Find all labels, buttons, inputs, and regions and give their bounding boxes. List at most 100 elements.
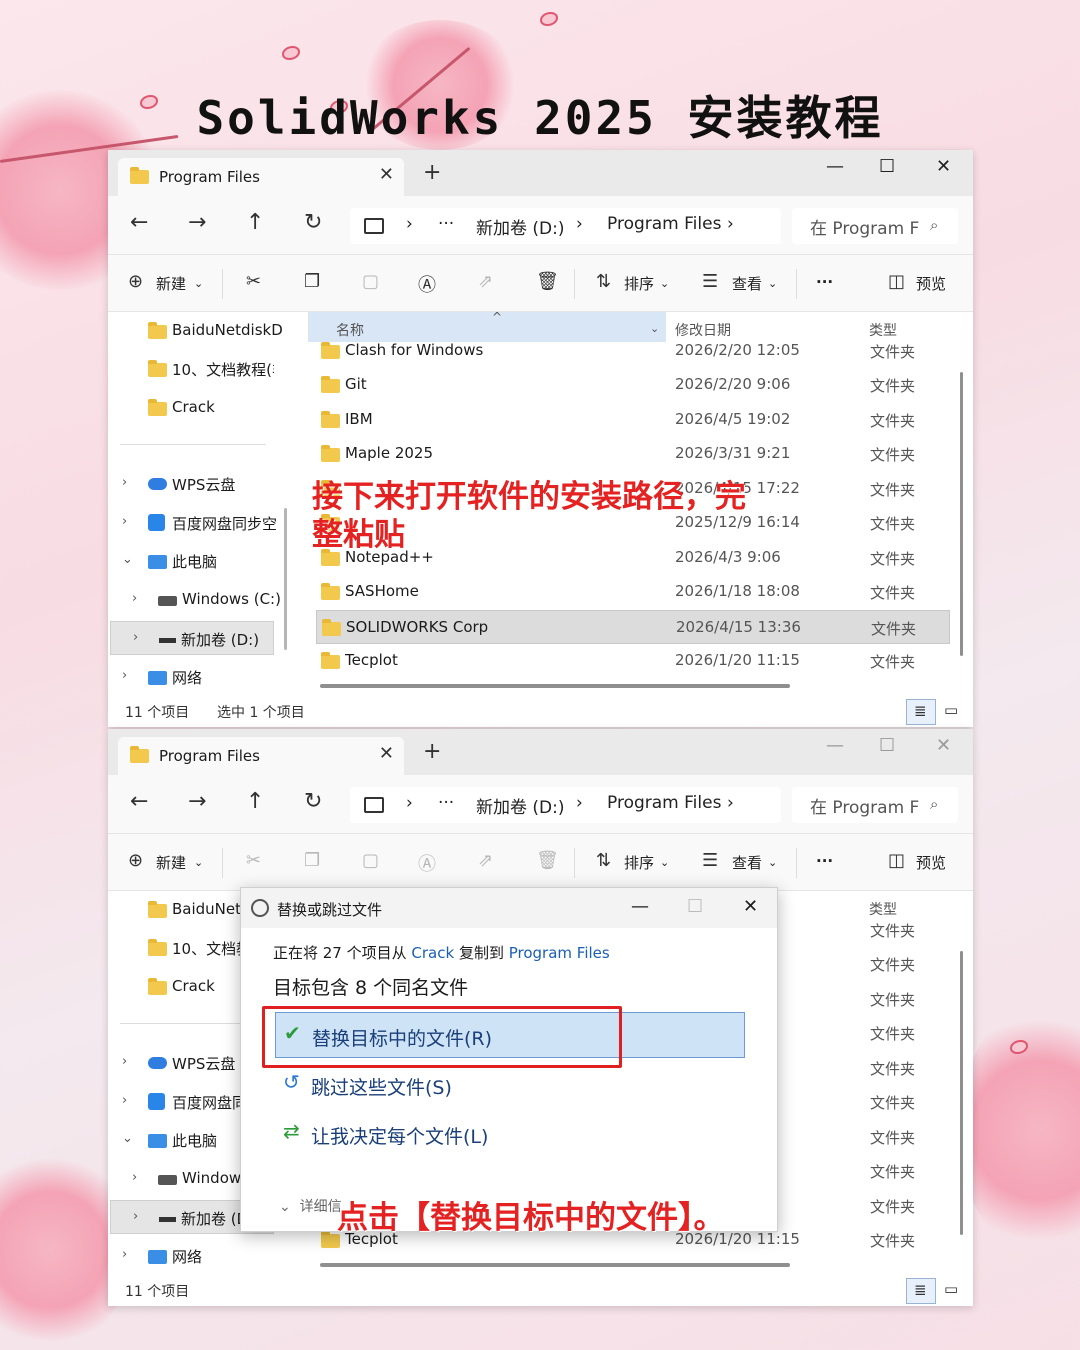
breadcrumb-drive[interactable]: 新加卷 (D:) [476,793,565,818]
breadcrumb-folder[interactable]: Program Files [607,793,721,813]
forward-button[interactable]: → [188,210,206,235]
new-tab-button[interactable]: + [423,739,441,764]
cut-icon[interactable]: ✂ [246,850,261,871]
nav-item-drive-c[interactable]: › Windows (C:) [108,583,286,617]
nav-item-drive-d[interactable]: › 新加卷 (D:) [110,621,274,655]
breadcrumb-more[interactable]: ··· [438,214,454,234]
share-icon[interactable]: ⇗ [478,850,493,871]
chevron-down-icon: ⌄ [768,277,778,290]
copy-icon[interactable]: ❐ [304,271,320,292]
close-button[interactable]: ✕ [936,735,951,756]
view-icon: ☰ [702,850,719,871]
delete-icon[interactable]: 🗑 [536,850,559,871]
chevron-right-icon: › [132,1170,138,1185]
vertical-scrollbar[interactable] [960,951,963,1235]
dialog-minimize-button[interactable]: — [631,896,649,917]
nav-item-baidu-sync[interactable]: › 百度网盘同步空间 [108,506,286,540]
table-row[interactable]: SASHome 2026/1/18 18:08 文件夹 [316,575,950,609]
view-button[interactable]: 查看 [732,852,762,873]
destination-link[interactable]: Program Files [509,944,610,962]
paste-icon[interactable]: ▢ [362,271,379,292]
nav-scrollbar[interactable] [284,508,287,650]
more-options-button[interactable]: ··· [816,273,833,291]
copy-icon[interactable]: ❐ [304,850,320,871]
sort-button[interactable]: 排序 [624,852,654,873]
rename-icon[interactable]: Ⓐ [418,271,436,297]
search-box[interactable]: 在 Program F ⌕ [792,787,958,823]
refresh-button[interactable]: ↻ [304,789,322,814]
maximize-button[interactable]: ☐ [879,735,895,756]
list-icon: ≣ [914,702,927,720]
chevron-right-icon: › [122,1247,128,1262]
tab-bar: Program Files ✕ + — ☐ ✕ [108,150,973,196]
skip-files-option[interactable]: ↺ 跳过这些文件(S) [275,1062,745,1108]
nav-item-baidunetdisk[interactable]: BaiduNetdiskD [108,314,286,348]
new-tab-button[interactable]: + [423,160,441,185]
paste-icon[interactable]: ▢ [362,850,379,871]
nav-item-wps[interactable]: › WPS云盘 [108,467,286,501]
table-row[interactable]: Maple 2025 2026/3/31 9:21 文件夹 [316,437,950,471]
vertical-scrollbar[interactable] [960,372,963,656]
preview-button[interactable]: 预览 [916,273,946,294]
breadcrumb-drive[interactable]: 新加卷 (D:) [476,214,565,239]
table-row-selected[interactable]: SOLIDWORKS Corp 2026/4/15 13:36 文件夹 [316,610,950,644]
nav-item-docs[interactable]: 10、文档教程(非 [108,352,286,386]
nav-item-crack[interactable]: Crack [108,391,286,425]
tab-close-button[interactable]: ✕ [379,164,394,185]
nav-item-this-pc[interactable]: ⌄ 此电脑 [108,544,286,578]
dialog-close-button[interactable]: ✕ [743,896,758,917]
new-button[interactable]: 新建 [156,273,186,294]
up-button[interactable]: ↑ [246,789,264,814]
search-input[interactable]: 在 Program F [810,793,919,818]
rename-icon[interactable]: Ⓐ [418,850,436,876]
delete-icon[interactable]: 🗑 [536,271,559,292]
table-row[interactable]: Tecplot 2026/1/20 11:15 文件夹 [316,644,950,678]
up-button[interactable]: ↑ [246,210,264,235]
preview-pane-icon: ◫ [888,850,906,871]
preview-button[interactable]: 预览 [916,852,946,873]
refresh-button[interactable]: ↻ [304,210,322,235]
more-details-toggle[interactable]: ⌄ 详细信 [279,1196,342,1216]
cut-icon[interactable]: ✂ [246,271,261,292]
nav-item-network[interactable]: › 网络 [108,660,286,694]
sort-button[interactable]: 排序 [624,273,654,294]
minimize-button[interactable]: — [826,735,844,756]
source-link[interactable]: Crack [411,944,454,962]
address-bar[interactable]: › ··· 新加卷 (D:) › Program Files › [350,208,781,244]
chevron-right-icon: › [122,475,128,490]
share-icon[interactable]: ⇗ [478,271,493,292]
horizontal-scrollbar[interactable] [320,1263,790,1267]
table-row[interactable]: Git 2026/2/20 9:06 文件夹 [316,368,950,402]
close-button[interactable]: ✕ [936,156,951,177]
tab-close-button[interactable]: ✕ [379,743,394,764]
back-button[interactable]: ← [130,210,148,235]
decide-each-option[interactable]: ⇄ 让我决定每个文件(L) [275,1111,745,1157]
table-row[interactable]: Clash for Windows 2026/2/20 12:05 文件夹 [316,334,950,368]
forward-button[interactable]: → [188,789,206,814]
toolbar-divider [796,269,797,299]
details-view-button[interactable]: ≣ [906,699,936,725]
back-button[interactable]: ← [130,789,148,814]
breadcrumb-folder[interactable]: Program Files [607,214,721,234]
tiles-view-button[interactable]: ▭ [940,699,966,725]
tab-program-files[interactable]: Program Files ✕ [118,737,404,775]
folder-icon [130,746,149,763]
minimize-button[interactable]: — [826,156,844,177]
breadcrumb-more[interactable]: ··· [438,793,454,813]
search-box[interactable]: 在 Program F ⌕ [792,208,958,244]
address-bar[interactable]: › ··· 新加卷 (D:) › Program Files › [350,787,781,823]
search-input[interactable]: 在 Program F [810,214,919,239]
nav-item-network[interactable]: › 网络 [108,1239,286,1273]
tab-program-files[interactable]: Program Files ✕ [118,158,404,196]
table-row[interactable]: IBM 2026/4/5 19:02 文件夹 [316,403,950,437]
more-options-button[interactable]: ··· [816,852,833,870]
horizontal-scrollbar[interactable] [320,684,790,688]
list-icon: ≣ [914,1281,927,1299]
preview-pane-icon: ◫ [888,271,906,292]
new-button[interactable]: 新建 [156,852,186,873]
tiles-view-button[interactable]: ▭ [940,1278,966,1304]
dialog-maximize-button[interactable]: ☐ [687,896,703,917]
maximize-button[interactable]: ☐ [879,156,895,177]
details-view-button[interactable]: ≣ [906,1278,936,1304]
view-button[interactable]: 查看 [732,273,762,294]
